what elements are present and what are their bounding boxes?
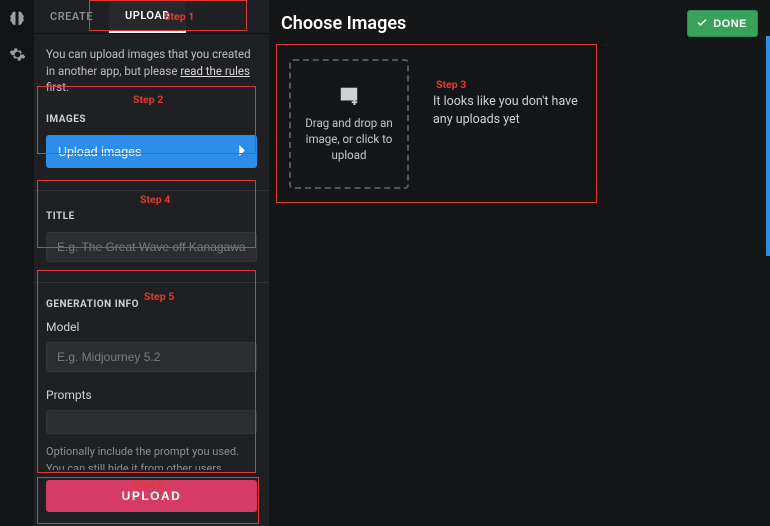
intro-post: first. [46,80,69,94]
title-section: TITLE [46,211,257,262]
images-header: IMAGES [46,114,257,125]
intro-text: You can upload images that you created i… [46,46,257,96]
check-icon [696,16,708,31]
brain-icon[interactable] [8,10,26,32]
right-edge-accent [766,36,770,256]
images-section: IMAGES Upload images [46,114,257,191]
sidebar-scroll: You can upload images that you created i… [34,34,269,470]
dropzone[interactable]: Drag and drop an image, or click to uplo… [289,59,409,189]
gear-icon[interactable] [9,46,26,67]
sidebar: CREATE UPLOAD You can upload images that… [34,0,269,526]
prompts-label: Prompts [46,388,257,402]
submit-upload-button[interactable]: UPLOAD [46,480,257,512]
title-header: TITLE [46,211,257,222]
chevron-right-icon [238,145,245,159]
upload-images-label: Upload images [58,145,141,159]
upload-area: Drag and drop an image, or click to uplo… [281,55,758,201]
upload-images-button[interactable]: Upload images [46,135,257,168]
model-label: Model [46,320,257,334]
tab-upload[interactable]: UPLOAD [109,0,186,33]
dropzone-text: Drag and drop an image, or click to uplo… [299,115,399,163]
left-rail [0,0,34,526]
submit-bar: UPLOAD [34,470,269,526]
prompts-input[interactable] [46,410,257,434]
tab-bar: CREATE UPLOAD [34,0,269,34]
image-add-icon [338,85,360,109]
divider [34,282,269,283]
main-header: Choose Images DONE [281,10,758,37]
done-button[interactable]: DONE [687,10,758,37]
tab-create[interactable]: CREATE [34,0,109,33]
prompts-helper: Optionally include the prompt you used. … [46,444,257,470]
page-title: Choose Images [281,13,406,34]
generation-header: GENERATION INFO [46,299,257,310]
divider [34,190,269,191]
done-label: DONE [713,18,747,30]
generation-section: GENERATION INFO Model Prompts Optionally… [46,299,257,470]
rules-link[interactable]: read the rules [180,64,250,78]
app-root: CREATE UPLOAD You can upload images that… [0,0,770,526]
model-input[interactable] [46,342,257,372]
main-panel: Choose Images DONE Drag and drop an imag… [269,0,770,526]
empty-state-text: It looks like you don't have any uploads… [433,59,583,189]
title-input[interactable] [46,232,257,262]
